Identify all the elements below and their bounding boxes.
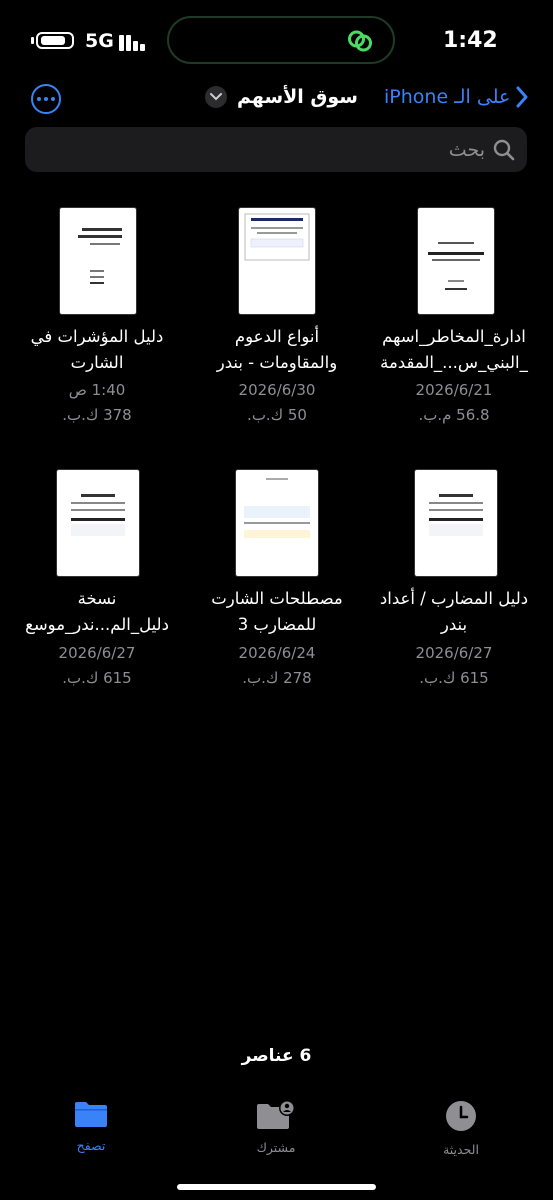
tab-shared-label: مشترك xyxy=(256,1140,296,1155)
file-size: 615 ك.ب. xyxy=(419,669,489,687)
file-name[interactable]: ادارة_المخاطر_اسهم _البني_س..._المقدمة xyxy=(369,324,539,376)
file-size: 56.8 م.ب. xyxy=(418,406,490,424)
chevron-right-icon xyxy=(516,86,528,108)
back-label: على الـ iPhone xyxy=(384,86,511,108)
tab-browse[interactable]: تصفح xyxy=(36,1100,146,1153)
shared-folder-icon xyxy=(257,1100,295,1129)
file-name[interactable]: مصطلحات الشارت للمضارب 3 xyxy=(192,586,362,638)
status-time: 1:42 xyxy=(443,28,498,53)
folder-icon xyxy=(75,1102,107,1127)
folder-title: سوق الأسهم xyxy=(237,86,358,108)
file-date: 2026/6/27 xyxy=(58,644,136,662)
file-date: 2026/6/30 xyxy=(238,381,316,399)
file-date: 2026/6/27 xyxy=(415,644,493,662)
battery-icon xyxy=(36,32,74,49)
search-field[interactable]: بحث xyxy=(25,127,527,172)
status-bar: 5G 1:42 xyxy=(0,0,553,80)
search-placeholder: بحث xyxy=(448,138,485,161)
tab-browse-label: تصفح xyxy=(76,1138,106,1153)
file-size: 278 ك.ب. xyxy=(242,669,312,687)
file-name[interactable]: دليل المضارب / أعداد بندر xyxy=(369,586,539,638)
search-icon xyxy=(493,139,515,160)
battery-nub xyxy=(31,37,34,44)
signal-icon xyxy=(119,31,149,51)
chevron-down-icon xyxy=(205,86,227,108)
file-thumbnail[interactable] xyxy=(418,208,494,314)
back-button[interactable]: على الـ iPhone xyxy=(384,86,528,108)
file-name[interactable]: دليل المؤشرات في الشارت xyxy=(12,324,182,376)
file-size: 615 ك.ب. xyxy=(62,669,132,687)
file-name[interactable]: أنواع الدعوم والمقاومات - بندر xyxy=(192,324,362,376)
file-date: 1:40 ص xyxy=(68,381,126,399)
home-indicator[interactable] xyxy=(177,1184,376,1190)
file-thumbnail[interactable] xyxy=(57,470,139,576)
tab-shared[interactable]: مشترك xyxy=(221,1100,331,1155)
file-thumbnail[interactable] xyxy=(239,208,315,314)
file-thumbnail[interactable] xyxy=(236,470,318,576)
link-icon xyxy=(348,30,372,52)
file-size: 378 ك.ب. xyxy=(62,406,132,424)
network-type: 5G xyxy=(85,30,114,52)
file-thumbnail[interactable] xyxy=(415,470,497,576)
file-name[interactable]: نسخة دليل_الم...ندر_موسع xyxy=(12,586,182,638)
file-date: 2026/6/21 xyxy=(415,381,493,399)
dynamic-island[interactable] xyxy=(167,16,395,64)
file-size: 50 ك.ب. xyxy=(247,406,307,424)
folder-title-menu[interactable]: سوق الأسهم xyxy=(205,86,358,108)
file-date: 2026/6/24 xyxy=(238,644,316,662)
item-count: 6 عناصر xyxy=(241,1046,312,1066)
tab-recents-label: الحديثة xyxy=(443,1142,479,1157)
file-thumbnail[interactable] xyxy=(60,208,136,314)
tab-recents[interactable]: الحديثة xyxy=(406,1100,516,1157)
clock-icon xyxy=(446,1101,476,1131)
more-options-button[interactable] xyxy=(31,84,61,114)
